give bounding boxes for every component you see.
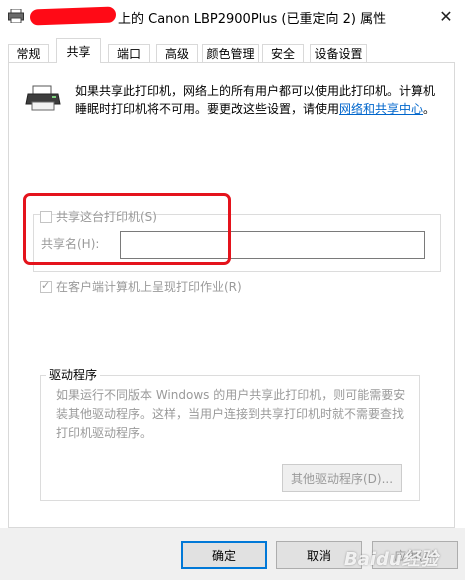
printer-icon: [8, 9, 24, 23]
ok-button[interactable]: 确定: [181, 541, 267, 569]
sharing-description-end: 。: [423, 102, 436, 116]
render-checkbox-label: 在客户端计算机上呈现打印作业(R): [56, 280, 242, 294]
tab-color-management[interactable]: 颜色管理: [202, 44, 259, 62]
sharing-description: 如果共享此打印机，网络上的所有用户都可以使用此打印机。计算机睡眠时打印机将不可用…: [75, 82, 445, 118]
render-client-checkbox[interactable]: 在客户端计算机上呈现打印作业(R): [40, 278, 242, 295]
title-bar: 上的 Canon LBP2900Plus (已重定向 2) 属性 ✕: [0, 0, 465, 34]
window-title: 上的 Canon LBP2900Plus (已重定向 2) 属性: [118, 12, 387, 27]
redacted-printer-name: [29, 6, 117, 26]
printer-large-icon: [25, 85, 61, 111]
drivers-description: 如果运行不同版本 Windows 的用户共享此打印机，则可能需要安装其他驱动程序…: [56, 388, 406, 440]
close-button[interactable]: ✕: [432, 2, 460, 30]
tab-sharing[interactable]: 共享: [56, 38, 101, 63]
watermark: Baidu经验: [344, 549, 438, 570]
tab-general[interactable]: 常规: [8, 44, 49, 62]
close-icon: ✕: [439, 6, 453, 26]
tab-advanced[interactable]: 高级: [156, 44, 198, 62]
tab-device-settings[interactable]: 设备设置: [310, 44, 367, 62]
additional-drivers-button[interactable]: 其他驱动程序(D)...: [282, 464, 402, 492]
highlight-annotation: [23, 193, 231, 265]
drivers-group-label: 驱动程序: [46, 368, 101, 382]
tab-strip: 常规 共享 端口 高级 颜色管理 安全 设备设置: [0, 38, 465, 63]
render-checkbox-box[interactable]: [40, 279, 52, 293]
tab-security[interactable]: 安全: [262, 44, 304, 62]
network-sharing-center-link[interactable]: 网络和共享中心: [339, 102, 423, 116]
tab-ports[interactable]: 端口: [108, 44, 150, 62]
